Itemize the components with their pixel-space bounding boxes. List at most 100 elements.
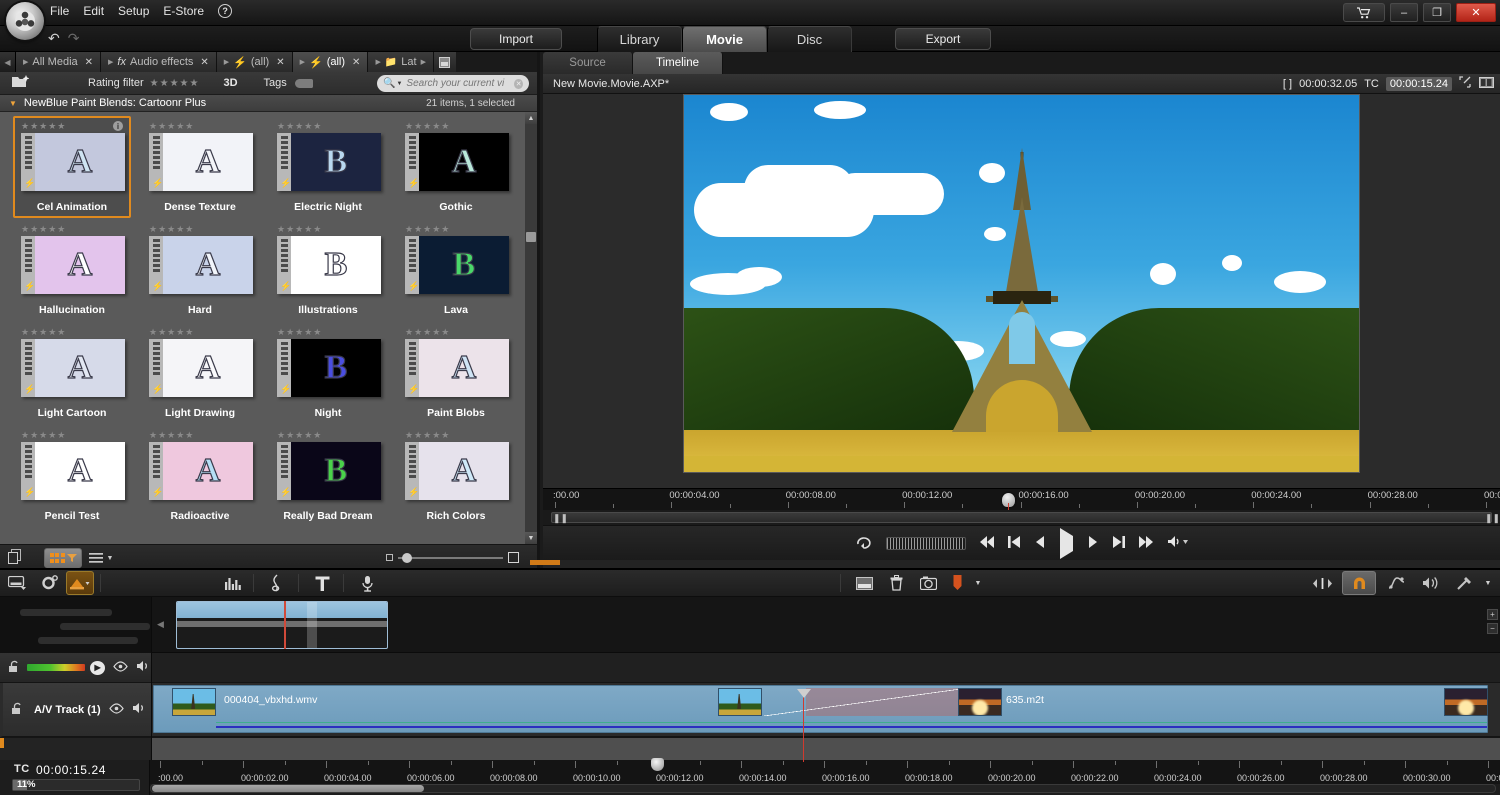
video-preview-area[interactable] (543, 94, 1500, 488)
search-box[interactable]: 🔍 ▼ ✕ (377, 75, 529, 92)
timeline-playhead[interactable] (803, 697, 804, 762)
chevron-down-icon[interactable]: ▼ (107, 555, 114, 562)
timeline-overview[interactable]: ◀ + − (152, 597, 1500, 653)
expand-arrow-button[interactable]: ▶ (90, 661, 105, 675)
zoom-slider-track[interactable] (398, 557, 503, 559)
upper-track-strip[interactable] (152, 653, 1500, 683)
jog-wheel[interactable] (886, 537, 966, 550)
scroll-down-button[interactable]: ▼ (525, 532, 537, 544)
tab-source[interactable]: Source (543, 52, 633, 74)
export-button[interactable]: Export (895, 28, 991, 50)
previous-clip-button[interactable] (1008, 536, 1021, 551)
zoom-out-button[interactable]: − (1487, 623, 1498, 634)
library-item[interactable]: ★★★★★⚡ALight Cartoon (8, 322, 136, 425)
empty-track-header[interactable] (0, 737, 151, 761)
undo-icon[interactable]: ↶ (48, 30, 60, 47)
library-item[interactable]: ★★★★★⚡BElectric Night (264, 116, 392, 219)
visibility-eye-icon[interactable] (113, 661, 128, 675)
import-button[interactable]: Import (470, 28, 562, 50)
lower-track-strip[interactable] (152, 737, 1500, 761)
timeline-playhead-handle[interactable] (651, 758, 664, 771)
restore-button[interactable]: ❐ (1423, 3, 1451, 22)
timeline-scroll-thumb[interactable] (152, 785, 424, 792)
library-item[interactable]: ★★★★★⚡APencil Test (8, 425, 136, 528)
zoom-slider-knob[interactable] (402, 553, 412, 563)
scroll-up-button[interactable]: ▲ (525, 112, 537, 124)
item-rating-stars[interactable]: ★★★★★ (21, 224, 66, 235)
close-tab-icon[interactable]: ✕ (352, 57, 360, 68)
player-scrub-bar[interactable]: ❚❚ ❚❚ (543, 510, 1500, 525)
timeline-time-ruler[interactable]: :00.0000:00:02.0000:00:04.0000:00:06.000… (150, 760, 1500, 784)
tab-timeline[interactable]: Timeline (633, 52, 723, 74)
loop-button[interactable] (855, 535, 873, 552)
scrub-track[interactable] (551, 512, 1492, 523)
library-add-icon[interactable] (0, 75, 40, 91)
item-rating-stars[interactable]: ★★★★★ (21, 121, 66, 132)
snapshot-camera-icon[interactable] (913, 571, 943, 595)
fullscreen-icon[interactable] (1459, 76, 1472, 91)
duplicate-icon[interactable] (0, 549, 30, 567)
audio-mixer-icon[interactable] (217, 571, 247, 595)
thumbnail-size-slider[interactable] (386, 552, 519, 563)
timeline-zoom-bar[interactable]: 11% (12, 779, 140, 791)
item-rating-stars[interactable]: ★★★★★ (149, 327, 194, 338)
fade-transition[interactable] (764, 688, 968, 716)
split-view-icon[interactable] (1479, 77, 1494, 91)
track-color-icon[interactable] (66, 571, 94, 595)
grid-view-button[interactable] (44, 548, 82, 568)
shopping-cart-button[interactable] (1343, 3, 1385, 22)
close-tab-icon[interactable]: ✕ (276, 57, 284, 68)
marker-dropdown-icon[interactable]: ▼ (971, 571, 985, 595)
timeline-canvas[interactable]: ◀ + − 000404_vbxhd.wmv (152, 597, 1500, 762)
settings-gear-icon[interactable] (34, 571, 64, 595)
list-view-button[interactable]: ▼ (86, 548, 116, 568)
mute-speaker-icon[interactable] (132, 702, 147, 717)
tags-filter-label[interactable]: Tags (264, 77, 313, 89)
redo-icon[interactable]: ↷ (68, 30, 80, 47)
library-item[interactable]: ★★★★★⚡BNight (264, 322, 392, 425)
trash-icon[interactable] (881, 571, 911, 595)
menu-item-setup[interactable]: Setup (118, 4, 149, 18)
music-note-icon[interactable] (262, 571, 292, 595)
visibility-eye-icon[interactable] (109, 703, 124, 717)
lock-icon[interactable] (11, 702, 24, 718)
tab-library[interactable]: Library (597, 26, 682, 52)
library-tab-all-media[interactable]: ▶ All Media ✕ (16, 52, 101, 72)
item-info-icon[interactable]: i (113, 121, 123, 131)
overview-clip[interactable] (176, 601, 388, 649)
collapse-caret-icon[interactable]: ▼ (9, 99, 17, 108)
menu-item-estore[interactable]: E-Store (163, 4, 204, 18)
tools-icon[interactable] (1451, 571, 1477, 595)
item-rating-stars[interactable]: ★★★★★ (149, 430, 194, 441)
voiceover-mic-icon[interactable] (352, 571, 382, 595)
overview-left-arrow-icon[interactable]: ◀ (157, 619, 164, 630)
overview-playhead[interactable] (284, 601, 286, 649)
library-item[interactable]: ★★★★★⚡AHard (136, 219, 264, 322)
menu-item-edit[interactable]: Edit (83, 4, 104, 18)
go-to-start-button[interactable] (979, 536, 995, 551)
item-rating-stars[interactable]: ★★★★★ (405, 327, 450, 338)
help-icon[interactable]: ? (218, 4, 232, 18)
timeline-clip-1[interactable]: 000404_vbxhd.wmv 635.m2t (153, 685, 1488, 733)
scrollbar-thumb[interactable] (526, 232, 536, 242)
library-item[interactable]: ★★★★★⚡AGothic (392, 116, 520, 219)
library-item[interactable]: ★★★★★⚡BReally Bad Dream (264, 425, 392, 528)
minimize-button[interactable]: – (1390, 3, 1418, 22)
tab-movie[interactable]: Movie (682, 26, 767, 52)
in-point-marker[interactable]: ❚❚ (553, 513, 558, 522)
library-item[interactable]: ★★★★★i⚡ACel Animation (8, 116, 136, 219)
library-item[interactable]: ★★★★★⚡ALight Drawing (136, 322, 264, 425)
library-item[interactable]: ★★★★★⚡BIllustrations (264, 219, 392, 322)
library-tab-effects-all-2[interactable]: ▶ ⚡ (all) ✕ (293, 52, 369, 72)
item-rating-stars[interactable]: ★★★★★ (21, 430, 66, 441)
close-tab-icon[interactable]: ✕ (200, 57, 208, 68)
storyboard-icon[interactable] (849, 571, 879, 595)
item-rating-stars[interactable]: ★★★★★ (21, 327, 66, 338)
item-rating-stars[interactable]: ★★★★★ (149, 224, 194, 235)
library-tabs-prev-button[interactable]: ◀ (0, 52, 16, 72)
next-clip-button[interactable] (1112, 536, 1125, 551)
step-forward-button[interactable] (1086, 536, 1099, 551)
filter-3d-toggle[interactable]: 3D (223, 77, 237, 89)
item-rating-stars[interactable]: ★★★★★ (277, 224, 322, 235)
item-rating-stars[interactable]: ★★★★★ (277, 327, 322, 338)
